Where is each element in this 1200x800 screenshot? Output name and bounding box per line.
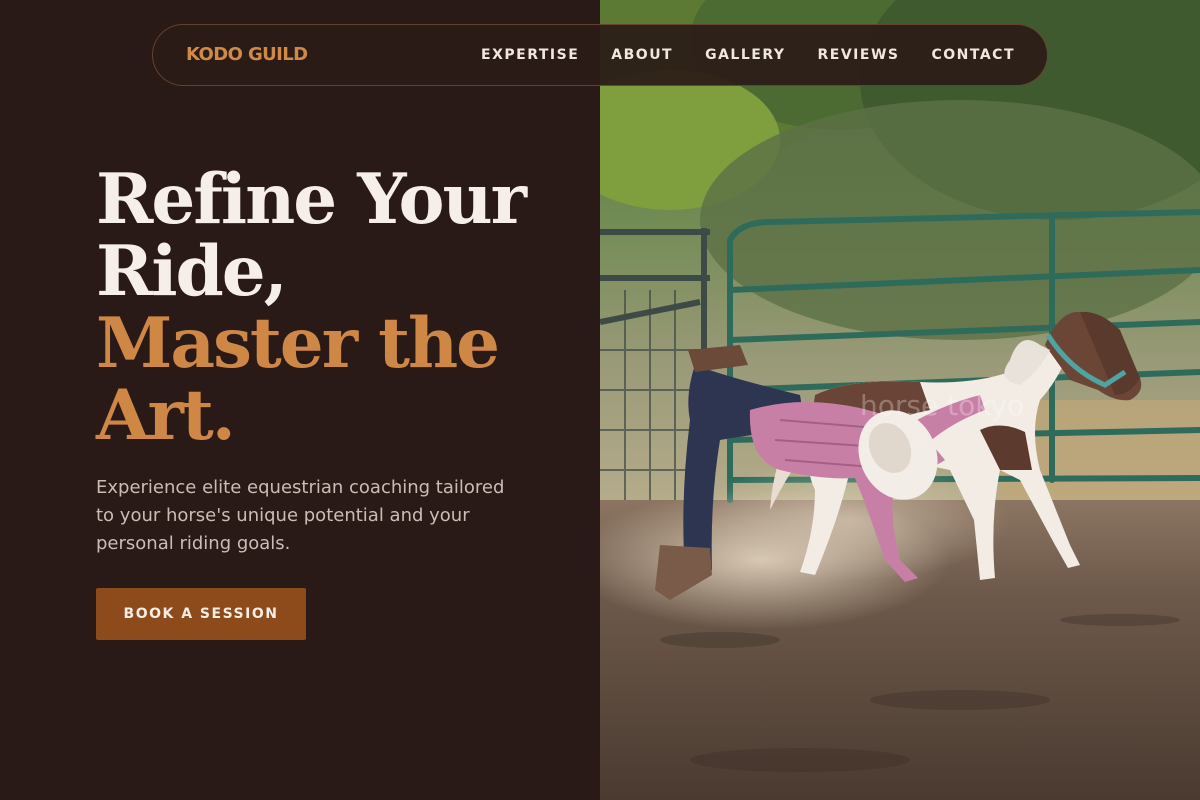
hero-photo: horse tokyo [600, 0, 1200, 800]
headline-line-4: Art. [96, 375, 236, 456]
svg-text:horse tokyo: horse tokyo [860, 389, 1024, 422]
nav-link-about[interactable]: ABOUT [611, 47, 673, 63]
nav-link-expertise[interactable]: EXPERTISE [481, 47, 579, 63]
nav-link-reviews[interactable]: REVIEWS [818, 47, 900, 63]
hero-headline: Refine Your Ride, Master the Art. [96, 164, 556, 452]
brand-logo[interactable]: KODO GUILD [186, 44, 308, 65]
nav-link-gallery[interactable]: GALLERY [705, 47, 785, 63]
headline-line-3: Master the [96, 303, 500, 384]
headline-line-1: Refine Your [96, 159, 527, 240]
headline-line-2: Ride, [96, 231, 288, 312]
hero-subtext: Experience elite equestrian coaching tai… [96, 477, 505, 554]
book-session-button[interactable]: BOOK A SESSION [96, 588, 306, 640]
top-nav: KODO GUILD EXPERTISE ABOUT GALLERY REVIE… [152, 24, 1048, 86]
nav-link-contact[interactable]: CONTACT [931, 47, 1015, 63]
nav-links: EXPERTISE ABOUT GALLERY REVIEWS CONTACT [481, 47, 1015, 63]
